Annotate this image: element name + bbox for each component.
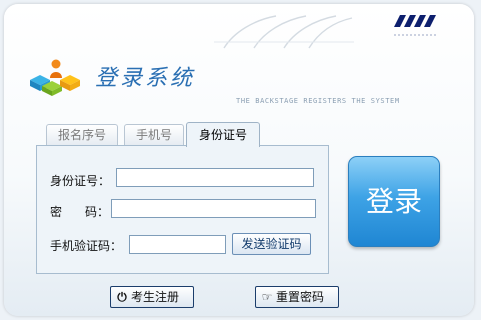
system-title: 登录系统 [95, 66, 196, 91]
password-label-char-2: 码： [85, 205, 110, 219]
pointing-hand-icon: ☞ [261, 290, 273, 304]
sms-code-input[interactable] [129, 235, 226, 254]
id-number-label: 身份证号： [50, 174, 111, 188]
tab-phone-number[interactable]: 手机号 [124, 124, 184, 145]
tab-id-number[interactable]: 身份证号 [186, 122, 260, 147]
swirl-decoration-icon [214, 15, 354, 49]
colored-blocks-person-logo-icon [30, 59, 80, 96]
password-input[interactable] [111, 199, 316, 218]
power-icon: ⏻ [117, 290, 127, 304]
register-button[interactable]: ⏻ 考生注册 [110, 286, 194, 308]
sms-code-label: 手机验证码： [50, 239, 123, 253]
stripes-decoration-icon [394, 15, 438, 36]
password-label-char-1: 密 [50, 205, 63, 219]
send-code-button[interactable]: 发送验证码 [232, 233, 311, 255]
reset-password-label: 重置密码 [276, 290, 325, 304]
register-label: 考生注册 [131, 290, 180, 304]
tab-registration-number[interactable]: 报名序号 [46, 124, 118, 145]
id-number-input[interactable] [116, 168, 314, 187]
reset-password-button[interactable]: ☞ 重置密码 [255, 286, 339, 308]
login-button[interactable]: 登录 [348, 156, 440, 247]
system-subtitle: THE BACKSTAGE REGISTERS THE SYSTEM [236, 97, 400, 105]
